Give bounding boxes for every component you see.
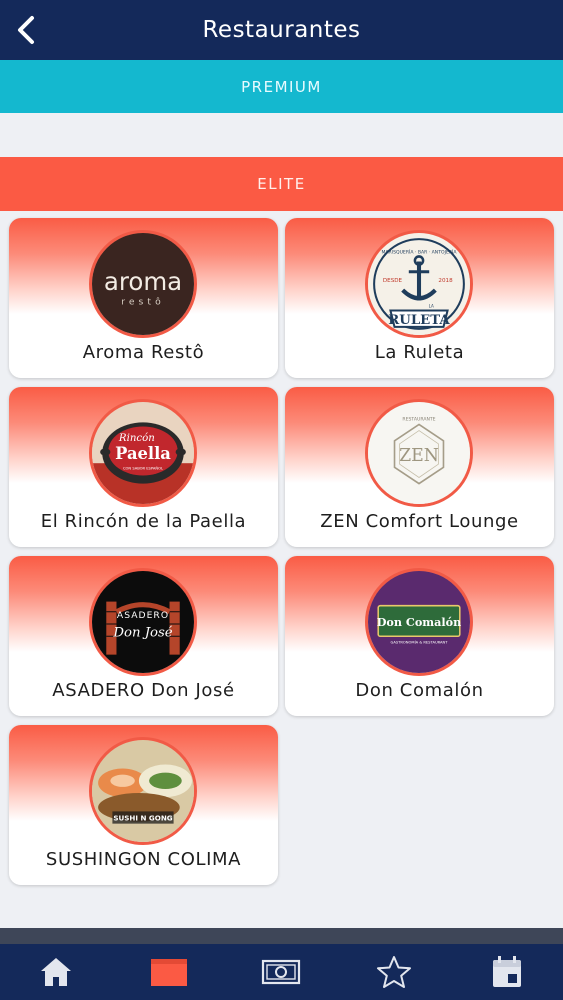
svg-text:ASADERO: ASADERO xyxy=(117,610,169,621)
tab-home[interactable] xyxy=(0,944,113,1000)
home-icon xyxy=(41,958,72,986)
top-app-bar: Restaurantes xyxy=(0,0,563,60)
svg-text:RESTAURANTE: RESTAURANTE xyxy=(402,416,435,422)
restaurant-logo: MARISQUERÍA · BAR · ANTOJERÍA DESDE 2018… xyxy=(365,230,473,338)
svg-text:2018: 2018 xyxy=(438,278,453,284)
back-button[interactable] xyxy=(6,10,46,50)
svg-text:RULETA: RULETA xyxy=(388,313,450,328)
calendar-icon xyxy=(492,956,521,987)
restaurant-logo: SUSHI N GONG xyxy=(89,737,197,845)
svg-text:DESDE: DESDE xyxy=(383,278,403,284)
restaurant-card[interactable]: ASADERO Don José ASADERO Don José xyxy=(9,556,278,716)
restaurant-logo: ASADERO Don José xyxy=(89,568,197,676)
restaurant-logo: Rincón Paella CON SABOR ESPAÑOL xyxy=(89,399,197,507)
restaurant-name: ZEN Comfort Lounge xyxy=(320,511,519,532)
restaurant-name: Aroma Restô xyxy=(82,342,205,363)
svg-text:ZEN: ZEN xyxy=(399,446,439,466)
restaurant-grid: aroma restô Aroma Restô MARISQUERÍA · BA… xyxy=(9,218,554,885)
restaurant-card[interactable]: RESTAURANTE ZEN ZEN Comfort Lounge xyxy=(285,387,554,547)
restaurant-logo: aroma restô xyxy=(89,230,197,338)
restaurant-card[interactable]: aroma restô Aroma Restô xyxy=(9,218,278,378)
star-icon xyxy=(377,956,412,988)
tab-calendar[interactable] xyxy=(450,944,563,1000)
restaurant-name: Don Comalón xyxy=(355,680,484,701)
store-icon xyxy=(150,959,187,986)
restaurant-name: El Rincón de la Paella xyxy=(40,511,247,532)
svg-text:GASTRONOMÍA & RESTAURANT: GASTRONOMÍA & RESTAURANT xyxy=(391,639,449,644)
restaurant-name: SUSHINGON COLIMA xyxy=(45,849,242,870)
svg-text:aroma: aroma xyxy=(104,267,182,296)
tab-restaurants[interactable] xyxy=(113,944,226,1000)
svg-text:Don José: Don José xyxy=(112,625,172,640)
svg-text:SUSHI N GONG: SUSHI N GONG xyxy=(113,814,172,823)
tab-payments[interactable] xyxy=(225,944,338,1000)
money-icon xyxy=(262,959,301,985)
svg-text:CON SABOR ESPAÑOL: CON SABOR ESPAÑOL xyxy=(123,465,164,470)
restaurant-card[interactable]: SUSHI N GONG SUSHINGON COLIMA xyxy=(9,725,278,885)
svg-text:Don Comalón: Don Comalón xyxy=(377,615,462,629)
svg-text:Rincón: Rincón xyxy=(118,432,155,444)
svg-text:restô: restô xyxy=(121,296,165,307)
restaurant-card[interactable]: Rincón Paella CON SABOR ESPAÑOL El Rincó… xyxy=(9,387,278,547)
svg-text:LA: LA xyxy=(429,303,434,308)
tab-favorites[interactable] xyxy=(338,944,451,1000)
svg-text:MARISQUERÍA · BAR · ANTOJERÍA: MARISQUERÍA · BAR · ANTOJERÍA xyxy=(381,248,457,255)
restaurant-card[interactable]: MARISQUERÍA · BAR · ANTOJERÍA DESDE 2018… xyxy=(285,218,554,378)
restaurant-name: La Ruleta xyxy=(374,342,465,363)
restaurant-card[interactable]: Don Comalón GASTRONOMÍA & RESTAURANT Don… xyxy=(285,556,554,716)
bottom-navigation xyxy=(0,928,563,1000)
restaurant-logo: RESTAURANTE ZEN xyxy=(365,399,473,507)
page-title: Restaurantes xyxy=(202,17,361,43)
svg-text:Paella: Paella xyxy=(115,444,171,463)
restaurant-name: ASADERO Don José xyxy=(52,680,235,701)
section-elite[interactable]: ELITE xyxy=(0,157,563,211)
restaurant-logo: Don Comalón GASTRONOMÍA & RESTAURANT xyxy=(365,568,473,676)
section-premium[interactable]: PREMIUM xyxy=(0,60,563,113)
chevron-left-icon xyxy=(18,16,34,44)
